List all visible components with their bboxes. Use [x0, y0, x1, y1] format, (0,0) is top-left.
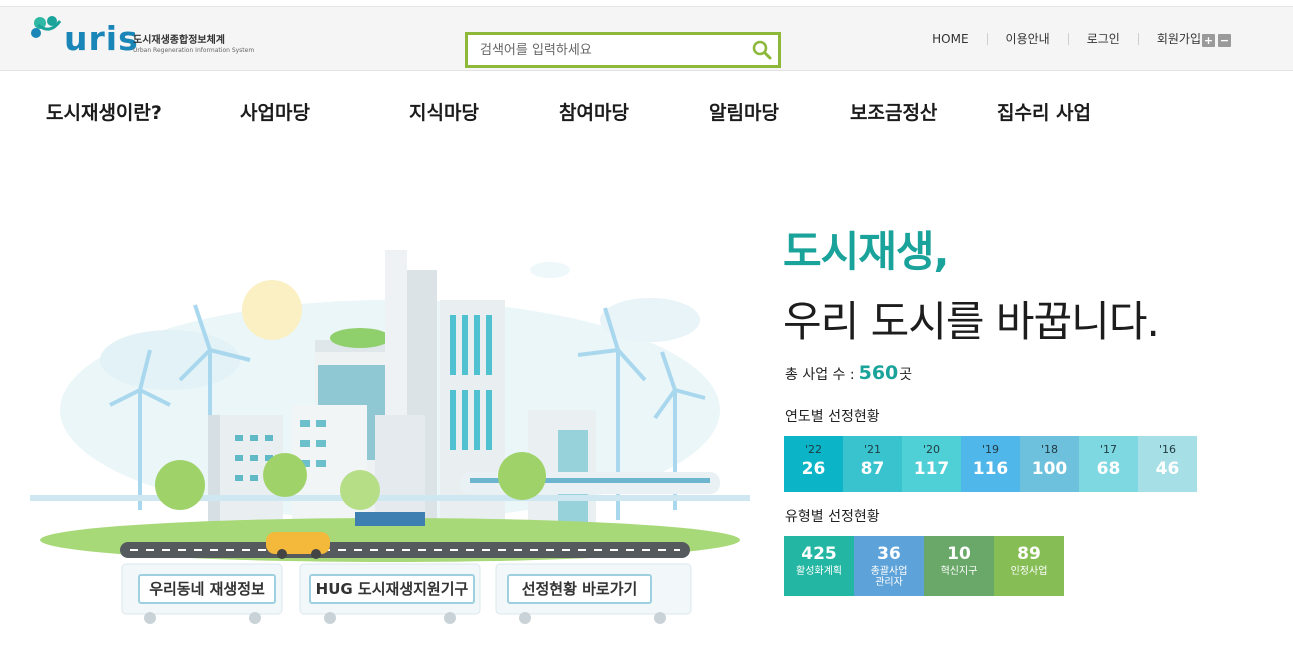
total-value: 560	[858, 362, 899, 384]
type-stat-label: 혁신지구	[940, 566, 978, 577]
year-stat-value: 46	[1155, 459, 1180, 479]
year-stat-value: 116	[972, 459, 1009, 479]
year-stat-year: '20	[922, 443, 941, 456]
hero-title: 도시재생,	[783, 227, 950, 276]
quick-link-selection-status[interactable]: 선정현황 바로가기	[507, 574, 652, 604]
quick-link-hug[interactable]: HUG 도시재생지원기구	[309, 574, 475, 604]
city-illustration: 우리동네 재생정보 HUG 도시재생지원기구 선정현황 바로가기	[30, 240, 750, 640]
utility-links: HOME 이용안내 로그인 회원가입	[914, 33, 1219, 45]
search-icon[interactable]	[750, 38, 774, 62]
year-stat-value: 117	[913, 459, 950, 479]
year-stat-year: '18	[1040, 443, 1059, 456]
type-stat-cell[interactable]: 89 인정사업	[994, 536, 1064, 596]
site-header: uris 도시재생종합정보체계 Urban Regeneration Infor…	[0, 6, 1293, 71]
type-stat-value: 36	[877, 544, 901, 564]
util-link-home[interactable]: HOME	[914, 33, 986, 45]
type-stat-cell[interactable]: 36 총괄사업 관리자	[854, 536, 924, 596]
type-stat-cell[interactable]: 10 혁신지구	[924, 536, 994, 596]
nav-item-house-repair[interactable]: 집수리 사업	[997, 98, 1091, 125]
total-label: 총 사업 수 :	[785, 367, 855, 383]
zoom-controls: + −	[1202, 34, 1231, 47]
zoom-in-icon[interactable]: +	[1202, 34, 1215, 47]
logo-wordmark: uris	[64, 19, 139, 58]
year-stat-year: '17	[1099, 443, 1118, 456]
type-stat-value: 425	[801, 544, 837, 564]
year-section-label: 연도별 선정현황	[785, 409, 880, 425]
nav-item-knowledge[interactable]: 지식마당	[409, 98, 479, 125]
nav-item-participation[interactable]: 참여마당	[559, 98, 629, 125]
year-stat-value: 87	[860, 459, 885, 479]
type-stat-value: 89	[1017, 544, 1041, 564]
year-stat-cell[interactable]: '21 87	[843, 436, 902, 492]
type-stat-label: 활성화계획	[796, 566, 842, 577]
type-stat-value: 10	[947, 544, 971, 564]
year-stat-value: 68	[1096, 459, 1121, 479]
year-stat-year: '19	[981, 443, 1000, 456]
type-stat-label: 인정사업	[1010, 566, 1048, 577]
type-stat-label: 총괄사업 관리자	[870, 566, 908, 588]
total-projects: 총 사업 수 : 560 곳	[785, 362, 912, 384]
year-stat-year: '22	[804, 443, 823, 456]
year-stats: '22 26'21 87'20 117'19 116'18 100'17 68'16 46	[784, 436, 1197, 492]
quick-link-neighborhood[interactable]: 우리동네 재생정보	[138, 574, 276, 604]
year-stat-cell[interactable]: '19 116	[961, 436, 1020, 492]
zoom-out-icon[interactable]: −	[1218, 34, 1231, 47]
year-stat-cell[interactable]: '22 26	[784, 436, 843, 492]
year-stat-value: 26	[801, 459, 826, 479]
search-box	[465, 32, 781, 68]
nav-item-projects[interactable]: 사업마당	[240, 98, 310, 125]
year-stat-cell[interactable]: '16 46	[1138, 436, 1197, 492]
type-stats: 425 활성화계획 36 총괄사업 관리자 10 혁신지구 89 인정사업	[784, 536, 1064, 596]
year-stat-cell[interactable]: '18 100	[1020, 436, 1079, 492]
nav-item-about[interactable]: 도시재생이란?	[46, 98, 162, 125]
main-nav: 도시재생이란? 사업마당 지식마당 참여마당 알림마당 보조금정산 집수리 사업	[0, 72, 1293, 148]
total-unit: 곳	[899, 367, 913, 383]
util-link-login[interactable]: 로그인	[1067, 33, 1138, 45]
site-logo[interactable]: uris 도시재생종합정보체계 Urban Regeneration Infor…	[30, 13, 254, 65]
search-input[interactable]	[468, 35, 748, 65]
type-section-label: 유형별 선정현황	[785, 509, 880, 525]
logo-title-kr: 도시재생종합정보체계	[133, 35, 225, 46]
nav-item-notice[interactable]: 알림마당	[709, 98, 779, 125]
hero-subtitle: 우리 도시를 바꿉니다.	[783, 297, 1160, 346]
year-stat-cell[interactable]: '17 68	[1079, 436, 1138, 492]
year-stat-year: '21	[863, 443, 882, 456]
year-stat-value: 100	[1031, 459, 1068, 479]
nav-item-subsidy[interactable]: 보조금정산	[850, 98, 937, 125]
util-link-guide[interactable]: 이용안내	[986, 33, 1068, 45]
year-stat-cell[interactable]: '20 117	[902, 436, 961, 492]
type-stat-cell[interactable]: 425 활성화계획	[784, 536, 854, 596]
year-stat-year: '16	[1158, 443, 1177, 456]
logo-title-en: Urban Regeneration Information System	[133, 47, 255, 54]
